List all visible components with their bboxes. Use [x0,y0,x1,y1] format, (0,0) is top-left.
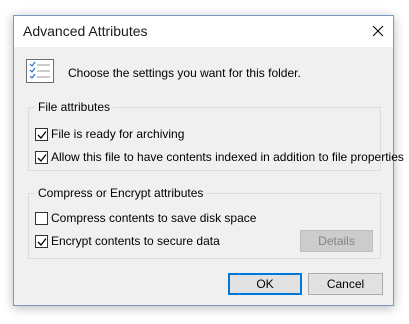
compress-label: Compress contents to save disk space [51,211,257,225]
header-description: Choose the settings you want for this fo… [68,66,301,80]
advanced-attributes-dialog: Advanced Attributes Choose the settings … [13,15,404,306]
encrypt-checkbox-row[interactable]: Encrypt contents to secure data [35,234,220,248]
archive-label: File is ready for archiving [51,127,185,141]
file-attributes-group: File attributes File is ready for archiv… [28,100,404,171]
compress-checkbox[interactable] [35,211,48,225]
cancel-button[interactable]: Cancel [308,273,383,295]
checkmark-icon [37,237,47,246]
archive-checkbox[interactable] [35,127,48,141]
close-button[interactable] [363,16,393,46]
index-label: Allow this file to have contents indexed… [51,150,404,164]
archive-checkbox-row[interactable]: File is ready for archiving [35,127,184,141]
title-bar: Advanced Attributes [14,16,393,47]
index-checkbox-row[interactable]: Allow this file to have contents indexed… [35,150,404,164]
index-checkbox[interactable] [35,150,48,164]
close-icon [372,25,384,37]
checkmark-icon [37,153,47,162]
details-button[interactable]: Details [300,230,373,252]
settings-list-icon [26,59,54,83]
encrypt-label: Encrypt contents to secure data [51,234,220,248]
file-attributes-label: File attributes [35,100,114,114]
window-title: Advanced Attributes [23,23,148,39]
compress-checkbox-row[interactable]: Compress contents to save disk space [35,211,256,225]
compress-encrypt-label: Compress or Encrypt attributes [35,186,207,200]
checkmark-icon [37,130,47,139]
ok-button[interactable]: OK [228,273,302,295]
encrypt-checkbox[interactable] [35,234,48,248]
